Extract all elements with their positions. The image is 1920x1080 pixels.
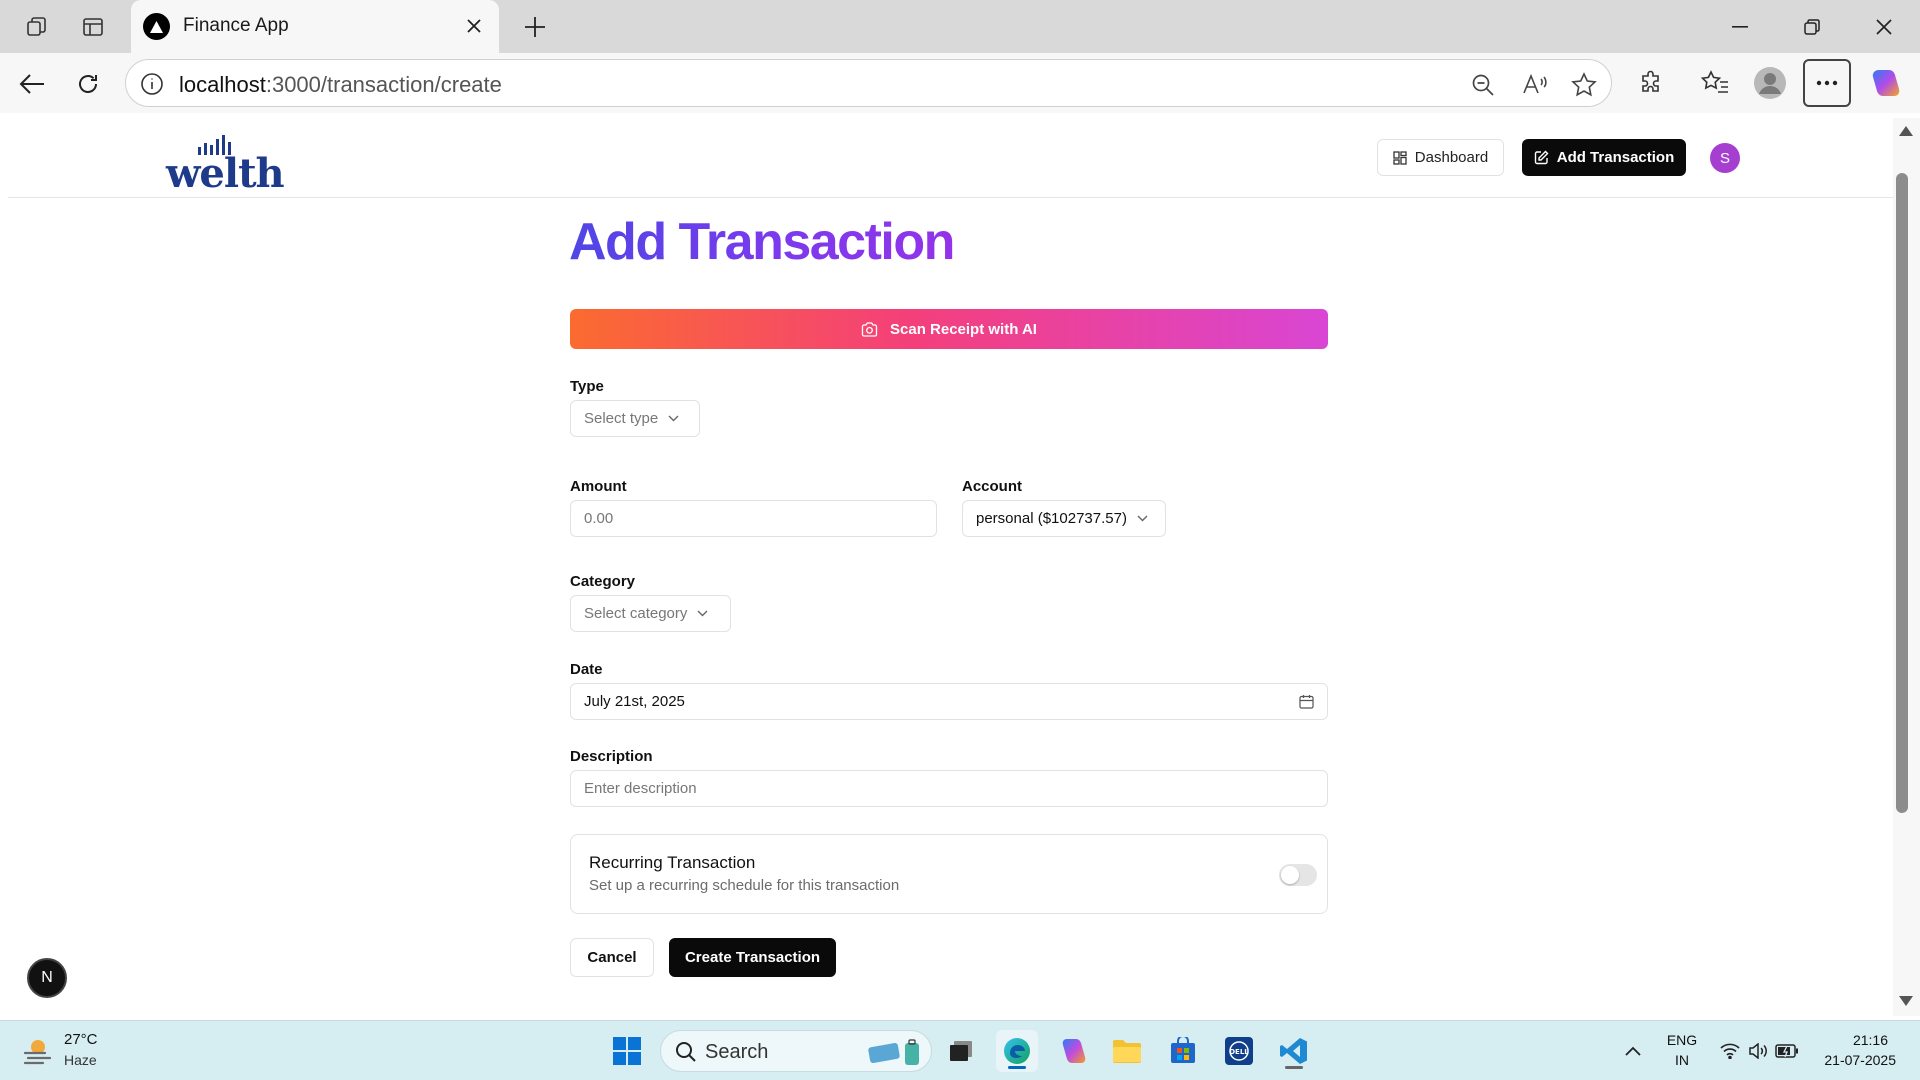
vercel-favicon-icon <box>143 13 170 40</box>
taskbar-search-label: Search <box>705 1041 769 1063</box>
site-header: welth Dashboard Add Transaction S <box>8 118 1893 198</box>
svg-text:DELL: DELL <box>1229 1048 1249 1056</box>
browser-tab-active[interactable]: Finance App <box>131 0 499 53</box>
url-text: localhost:3000/transaction/create <box>179 72 502 97</box>
description-input[interactable]: Enter description <box>570 770 1328 807</box>
amount-input[interactable]: 0.00 <box>570 500 937 537</box>
windows-taskbar: 27°C Haze Search DELL ENG IN 21:16 21-07… <box>0 1020 1920 1080</box>
file-explorer-icon[interactable] <box>1106 1030 1148 1072</box>
recurring-transaction-card: Recurring Transaction Set up a recurring… <box>570 834 1328 914</box>
category-select-value: Select category <box>584 605 688 622</box>
clock-date[interactable]: 21-07-2025 <box>1808 1052 1896 1068</box>
scan-receipt-label: Scan Receipt with AI <box>890 320 1037 338</box>
battery-charging-icon[interactable] <box>1770 1030 1804 1072</box>
cancel-button[interactable]: Cancel <box>570 938 654 977</box>
language-bottom[interactable]: IN <box>1664 1052 1700 1068</box>
amount-placeholder: 0.00 <box>584 510 614 527</box>
amount-label: Amount <box>570 478 627 495</box>
browser-address-bar: localhost:3000/transaction/create <box>0 53 1920 113</box>
category-label: Category <box>570 573 636 590</box>
account-label: Account <box>962 478 1022 495</box>
read-aloud-icon[interactable] <box>1521 71 1549 99</box>
add-transaction-button[interactable]: Add Transaction <box>1522 139 1686 176</box>
minimize-window-icon[interactable] <box>1718 10 1762 44</box>
site-info-icon[interactable] <box>139 71 165 97</box>
new-tab-plus-icon[interactable] <box>518 10 552 44</box>
workspaces-icon[interactable] <box>20 10 54 44</box>
clock-time[interactable]: 21:16 <box>1808 1032 1888 1048</box>
windows-start-icon[interactable] <box>606 1030 648 1072</box>
date-label: Date <box>570 661 603 678</box>
type-label: Type <box>570 378 604 395</box>
dashboard-label: Dashboard <box>1414 149 1489 166</box>
create-transaction-button[interactable]: Create Transaction <box>669 938 836 977</box>
browser-tab-bar: Finance App <box>0 0 1920 53</box>
reload-icon[interactable] <box>70 66 106 102</box>
scroll-up-arrow-icon[interactable] <box>1899 126 1913 136</box>
language-top[interactable]: ENG <box>1664 1032 1700 1048</box>
favorites-list-icon[interactable] <box>1695 63 1735 103</box>
category-select[interactable]: Select category <box>570 595 731 632</box>
calendar-icon <box>1299 695 1314 709</box>
type-select[interactable]: Select type <box>570 400 700 437</box>
active-indicator <box>1008 1066 1026 1069</box>
description-label: Description <box>570 748 653 765</box>
close-window-icon[interactable] <box>1862 10 1906 44</box>
date-value: July 21st, 2025 <box>584 693 685 710</box>
restore-window-icon[interactable] <box>1790 10 1834 44</box>
chevron-down-icon <box>1137 515 1148 522</box>
extensions-puzzle-icon[interactable] <box>1631 63 1671 103</box>
favorite-star-icon[interactable] <box>1570 71 1598 99</box>
weather-temp: 27°C <box>64 1031 98 1048</box>
page-title: Add Transaction <box>569 213 955 271</box>
task-view-icon[interactable] <box>940 1030 982 1072</box>
type-select-value: Select type <box>584 410 659 427</box>
camera-icon <box>861 321 878 337</box>
page-scrollbar[interactable] <box>1893 118 1920 1016</box>
url-bar[interactable]: localhost:3000/transaction/create <box>125 59 1612 107</box>
more-options-icon[interactable] <box>1803 59 1851 107</box>
zoom-out-icon[interactable] <box>1469 71 1497 99</box>
add-transaction-label: Add Transaction <box>1556 149 1675 166</box>
back-arrow-icon[interactable] <box>14 66 50 102</box>
chevron-down-icon <box>697 610 708 617</box>
tab-actions-icon[interactable] <box>76 10 110 44</box>
recurring-title: Recurring Transaction <box>589 853 756 872</box>
logo-text: welth <box>166 150 285 197</box>
vscode-icon[interactable] <box>1273 1030 1315 1072</box>
pen-square-icon <box>1534 150 1549 165</box>
scan-receipt-button[interactable]: Scan Receipt with AI <box>570 309 1328 349</box>
copilot-icon[interactable] <box>1866 63 1906 103</box>
toggle-knob <box>1281 866 1299 884</box>
account-select[interactable]: personal ($102737.57) <box>962 500 1166 537</box>
layout-dashboard-icon <box>1393 150 1407 165</box>
travel-suitcase-icon <box>868 1039 919 1065</box>
dell-app-icon[interactable]: DELL <box>1218 1030 1260 1072</box>
scroll-thumb[interactable] <box>1896 173 1908 813</box>
scroll-down-arrow-icon[interactable] <box>1899 996 1913 1006</box>
weather-haze-icon[interactable] <box>22 1035 54 1067</box>
date-picker-button[interactable]: July 21st, 2025 <box>570 683 1328 720</box>
taskbar-search-box[interactable]: Search <box>660 1030 932 1072</box>
copilot-taskbar-icon[interactable] <box>1052 1030 1094 1072</box>
dashboard-button[interactable]: Dashboard <box>1377 139 1504 176</box>
recurring-toggle[interactable] <box>1279 864 1317 886</box>
nextjs-dev-badge[interactable]: N <box>27 958 67 998</box>
running-indicator <box>1285 1066 1303 1069</box>
profile-avatar-icon[interactable] <box>1750 63 1790 103</box>
account-select-value: personal ($102737.57) <box>976 510 1127 527</box>
user-avatar[interactable]: S <box>1710 143 1740 173</box>
recurring-subtitle: Set up a recurring schedule for this tra… <box>589 877 900 894</box>
chevron-down-icon <box>668 415 679 422</box>
search-icon <box>676 1042 696 1062</box>
weather-desc: Haze <box>64 1052 97 1068</box>
tab-title: Finance App <box>183 15 289 36</box>
close-tab-icon[interactable] <box>461 13 487 39</box>
show-hidden-icons-chevron-icon[interactable] <box>1612 1030 1654 1072</box>
welth-logo[interactable]: welth <box>166 128 286 197</box>
page-viewport: welth Dashboard Add Transaction S Add Tr… <box>8 118 1893 1016</box>
edge-browser-taskbar-icon[interactable] <box>996 1030 1038 1072</box>
description-placeholder: Enter description <box>584 780 697 797</box>
microsoft-store-icon[interactable] <box>1162 1030 1204 1072</box>
